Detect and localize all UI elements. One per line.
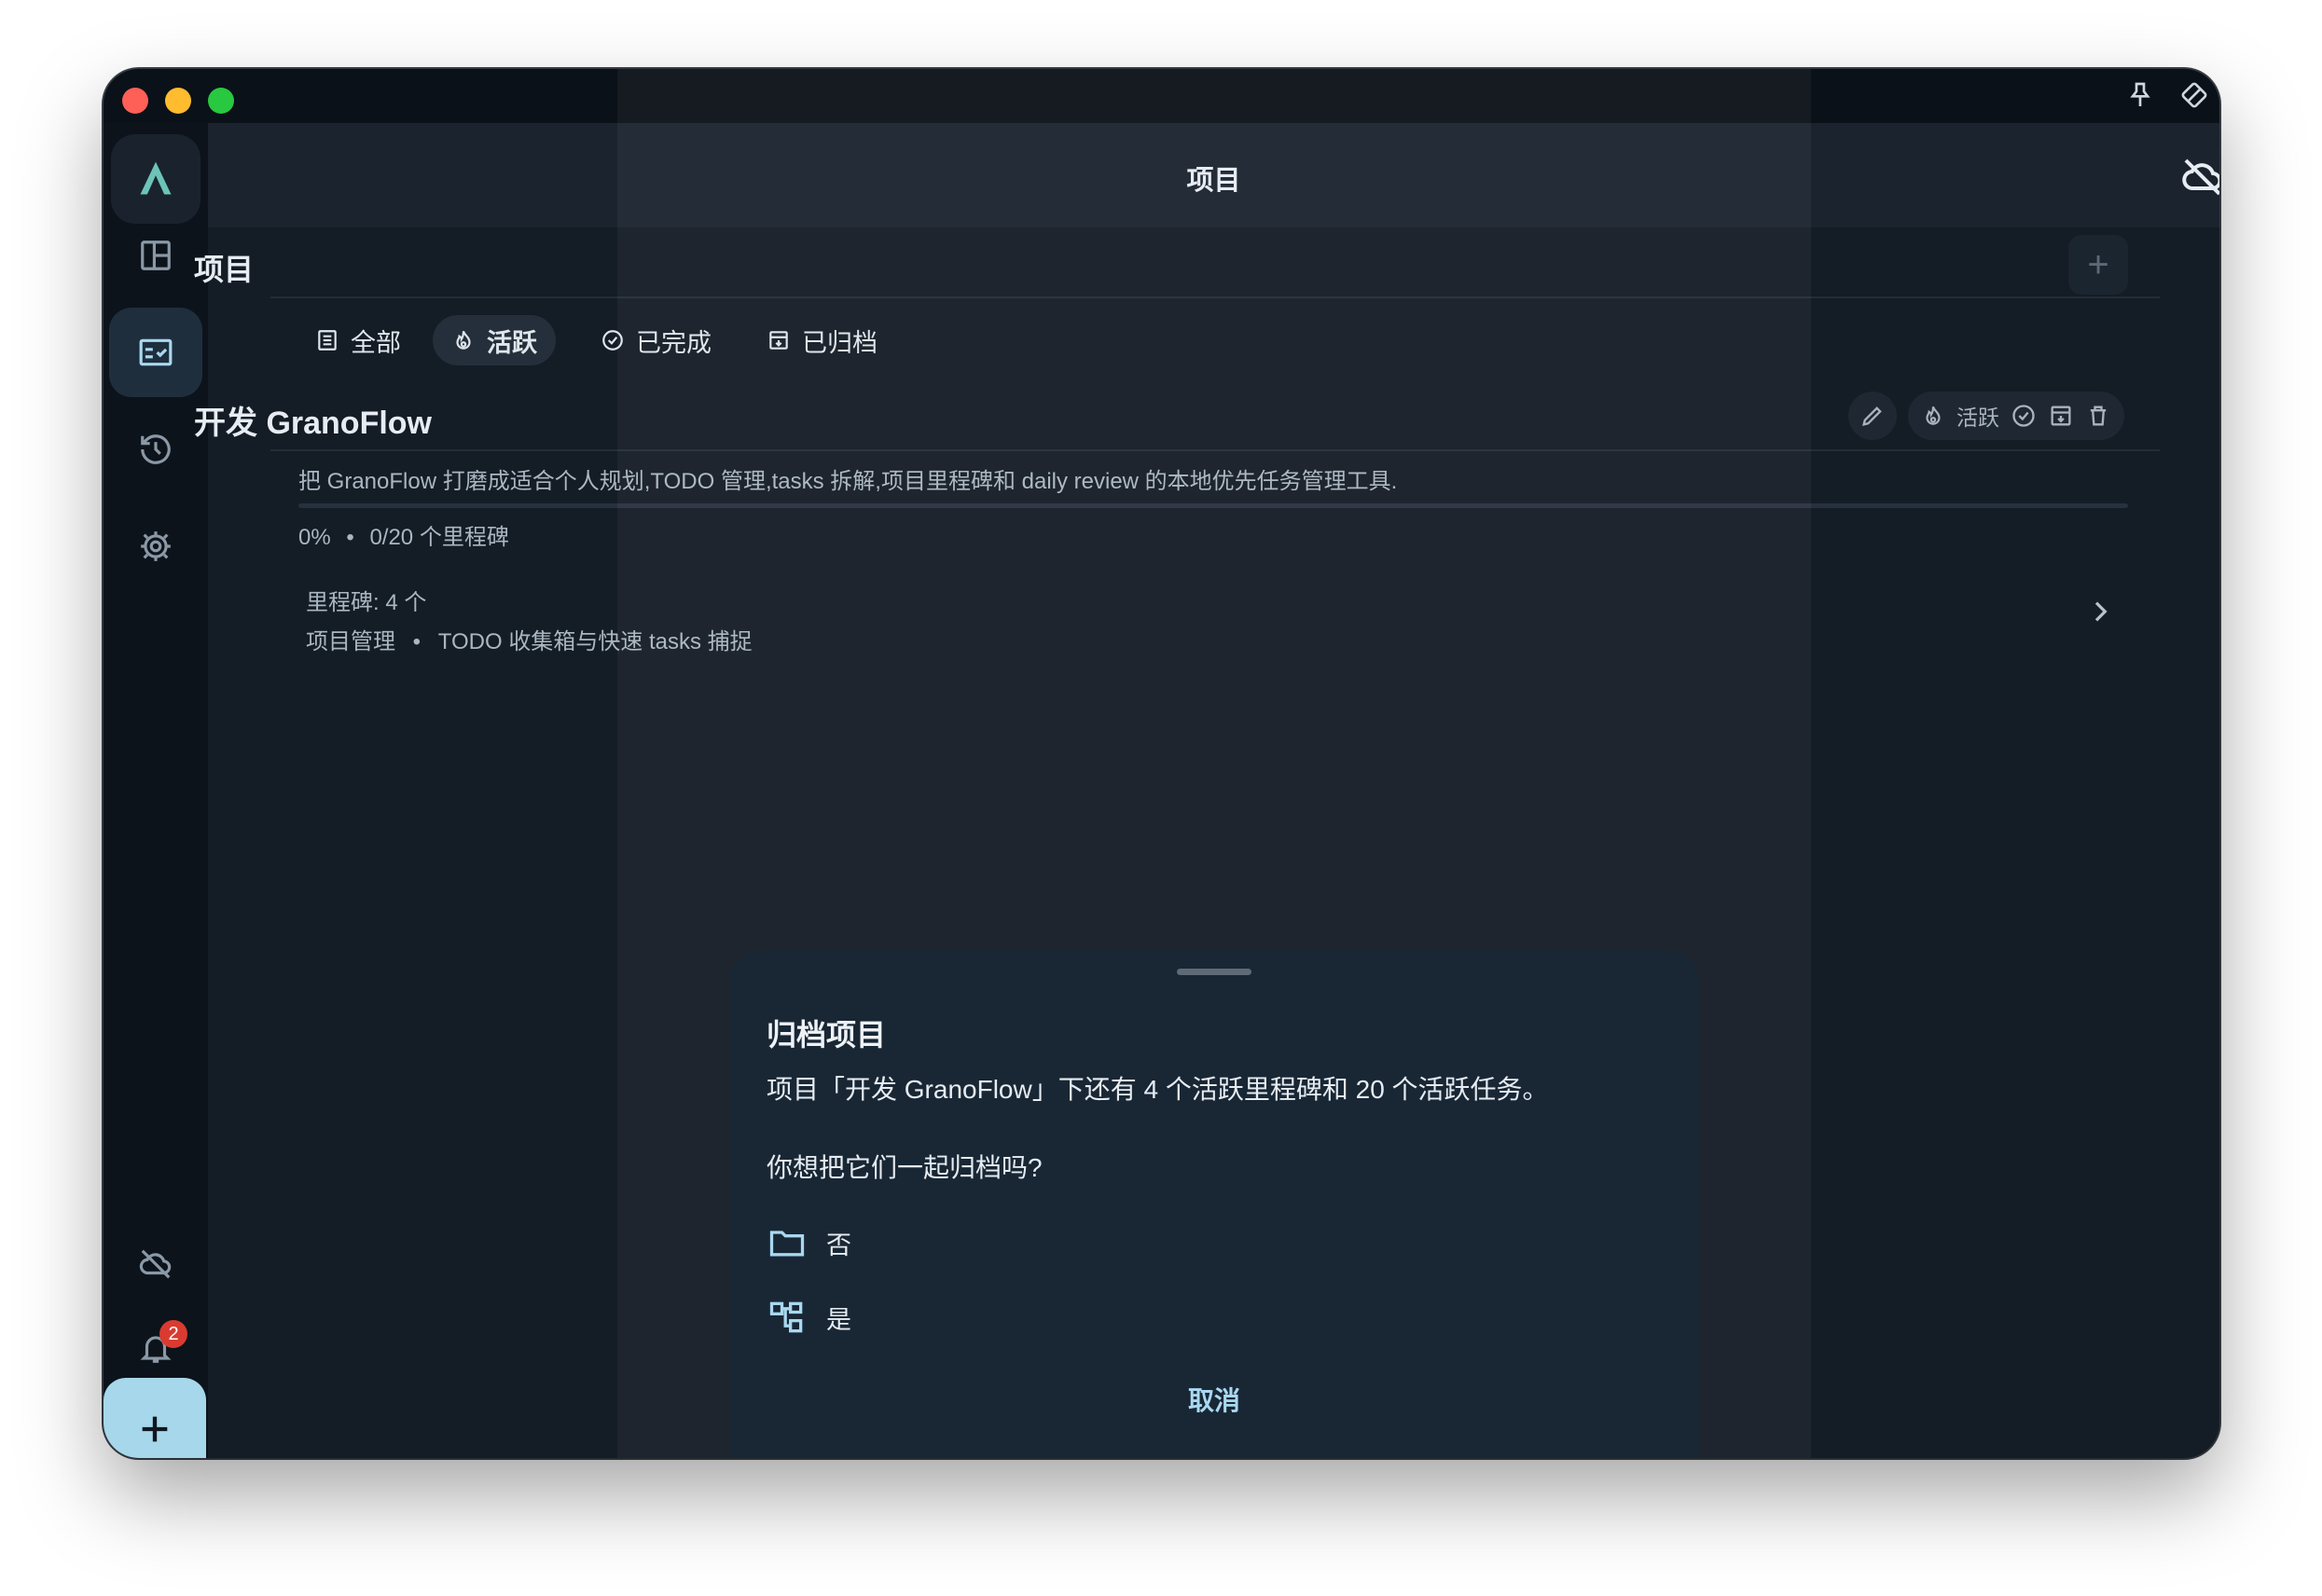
progress-percent: 0%: [298, 525, 331, 550]
sheet-drag-handle[interactable]: [1177, 969, 1251, 975]
folder-icon: [769, 1231, 805, 1257]
option-no-button[interactable]: 否: [767, 1220, 851, 1265]
pencil-icon: [1862, 406, 1882, 426]
tab-label: 活跃: [487, 328, 537, 357]
project-description: 把 GranoFlow 打磨成适合个人规划,TODO 管理,tasks 拆解,项…: [298, 469, 1398, 494]
tab-active[interactable]: 活跃: [433, 315, 556, 365]
list-icon: [318, 330, 337, 351]
check-circle-icon: [602, 330, 623, 351]
option-yes-label: 是: [826, 1305, 851, 1334]
divider: [270, 296, 2160, 298]
cancel-button[interactable]: 取消: [729, 1381, 1699, 1418]
separator: •: [412, 629, 422, 654]
tab-label: 已完成: [636, 328, 712, 357]
archive-icon: [769, 331, 788, 350]
separator: •: [346, 525, 354, 550]
edit-project-button[interactable]: [1848, 392, 1897, 440]
fire-icon: [456, 330, 471, 350]
fire-icon: [1926, 406, 1941, 425]
project-progress-bar: [298, 503, 2128, 508]
tab-label: 已归档: [802, 328, 878, 357]
tab-archived[interactable]: 已归档: [748, 315, 896, 365]
archive-project-sheet: 归档项目 项目「开发 GranoFlow」下还有 4 个活跃里程碑和 20 个活…: [729, 950, 1699, 1458]
milestones-count: 里程碑: 4 个: [306, 590, 427, 615]
archive-icon[interactable]: [2048, 403, 2074, 429]
option-no-label: 否: [826, 1231, 851, 1259]
tab-label: 全部: [351, 328, 401, 357]
dialog-message: 项目「开发 GranoFlow」下还有 4 个活跃里程碑和 20 个活跃任务。: [767, 1075, 1549, 1104]
hierarchy-icon: [769, 1301, 803, 1333]
tab-completed[interactable]: 已完成: [582, 315, 730, 365]
milestone-progress: 0/20 个里程碑: [369, 525, 509, 550]
milestone-category: 项目管理: [306, 629, 395, 654]
dialog-title: 归档项目: [767, 1018, 887, 1052]
divider: [270, 449, 2160, 451]
project-status-actions: 活跃: [1908, 392, 2124, 440]
project-progress: 0% • 0/20 个里程碑: [298, 518, 509, 551]
dialog-question: 你想把它们一起归档吗?: [767, 1153, 1043, 1182]
plus-icon: +: [2087, 243, 2109, 285]
tab-all[interactable]: 全部: [297, 315, 420, 365]
section-title: 项目: [194, 253, 255, 286]
add-project-button[interactable]: +: [2068, 235, 2128, 295]
trash-icon[interactable]: [2085, 403, 2111, 429]
project-title[interactable]: 开发 GranoFlow: [194, 397, 432, 443]
milestone-item[interactable]: 项目管理 • TODO 收集箱与快速 tasks 捕捉: [306, 623, 753, 655]
check-circle-icon[interactable]: [2011, 403, 2037, 429]
status-badge[interactable]: 活跃: [1956, 400, 1999, 432]
chevron-right-icon[interactable]: [2085, 597, 2115, 626]
option-yes-button[interactable]: 是: [767, 1295, 851, 1340]
milestone-name: TODO 收集箱与快速 tasks 捕捉: [437, 629, 753, 654]
